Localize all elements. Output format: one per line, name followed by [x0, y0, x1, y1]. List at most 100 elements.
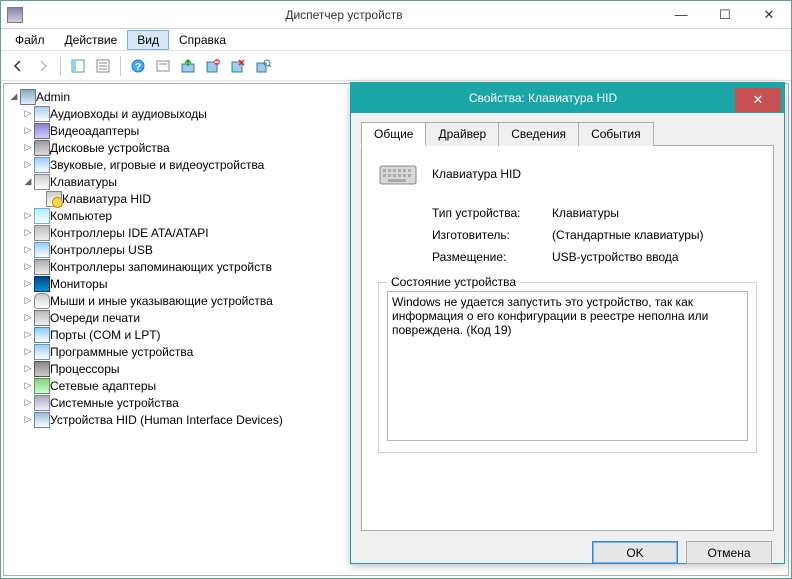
disk-icon: [34, 140, 50, 156]
dialog-buttons: OK Отмена: [351, 541, 784, 576]
expand-icon[interactable]: ▷: [22, 142, 34, 154]
tree-label: Очереди печати: [50, 311, 140, 325]
menu-help[interactable]: Справка: [169, 30, 236, 50]
prop-loc-label: Размещение:: [432, 250, 552, 264]
mouse-icon: [34, 293, 50, 309]
titlebar: Диспетчер устройств — ☐ ✕: [1, 1, 791, 29]
prop-mfr-label: Изготовитель:: [432, 228, 552, 242]
dialog-close-button[interactable]: ✕: [735, 88, 781, 112]
tab-driver[interactable]: Драйвер: [425, 122, 499, 146]
expand-icon[interactable]: ▷: [22, 295, 34, 307]
device-name: Клавиатура HID: [432, 167, 521, 181]
tree-label: Звуковые, игровые и видеоустройства: [50, 158, 264, 172]
menu-action[interactable]: Действие: [55, 30, 128, 50]
disable-button[interactable]: [227, 55, 249, 77]
storage-icon: [34, 259, 50, 275]
comp-icon: [34, 208, 50, 224]
tree-label: Сетевые адаптеры: [50, 379, 156, 393]
kbd-err-icon: [46, 191, 62, 207]
sys-icon: [34, 395, 50, 411]
scan-button[interactable]: [152, 55, 174, 77]
hid-icon: [34, 412, 50, 428]
print-icon: [34, 310, 50, 326]
menu-view[interactable]: Вид: [127, 30, 169, 50]
tab-general[interactable]: Общие: [361, 122, 426, 146]
close-button[interactable]: ✕: [747, 3, 791, 27]
forward-button[interactable]: [32, 55, 54, 77]
soft-icon: [34, 344, 50, 360]
tree-label: Видеоадаптеры: [50, 124, 139, 138]
tree-label: Системные устройства: [50, 396, 179, 410]
toolbar: ?: [1, 51, 791, 81]
tab-details[interactable]: Сведения: [498, 122, 579, 146]
properties-dialog: Свойства: Клавиатура HID ✕ Общие Драйвер…: [350, 82, 785, 564]
tree-label: Дисковые устройства: [50, 141, 170, 155]
scan-hardware-button[interactable]: [252, 55, 274, 77]
dialog-title: Свойства: Клавиатура HID: [351, 91, 735, 105]
tree-label: Клавиатуры: [50, 175, 117, 189]
toolbar-separator: [120, 56, 121, 76]
expand-icon[interactable]: ▷: [22, 278, 34, 290]
tree-label: Контроллеры IDE ATA/ATAPI: [50, 226, 209, 240]
status-group-title: Состояние устройства: [387, 275, 520, 289]
back-button[interactable]: [7, 55, 29, 77]
tree-label: Контроллеры запоминающих устройств: [50, 260, 272, 274]
ok-button[interactable]: OK: [592, 541, 678, 564]
show-hide-tree-button[interactable]: [67, 55, 89, 77]
expand-icon[interactable]: ▷: [22, 227, 34, 239]
tree-label: Программные устройства: [50, 345, 193, 359]
dialog-titlebar: Свойства: Клавиатура HID ✕: [351, 83, 784, 113]
collapse-icon[interactable]: ◢: [22, 176, 34, 188]
help-button[interactable]: ?: [127, 55, 149, 77]
property-grid: Тип устройства: Клавиатуры Изготовитель:…: [432, 206, 757, 264]
status-groupbox: Состояние устройства: [378, 282, 757, 453]
sound-icon: [34, 157, 50, 173]
ide-icon: [34, 225, 50, 241]
svg-text:?: ?: [135, 62, 141, 73]
net-icon: [34, 378, 50, 394]
kbd-icon: [34, 174, 50, 190]
computer-icon: [20, 89, 36, 105]
expand-icon[interactable]: ▷: [22, 414, 34, 426]
expand-icon[interactable]: ▷: [22, 312, 34, 324]
collapse-icon[interactable]: ◢: [8, 91, 20, 103]
video-icon: [34, 123, 50, 139]
expand-icon[interactable]: ▷: [22, 380, 34, 392]
tree-label: Мониторы: [50, 277, 107, 291]
expand-icon[interactable]: ▷: [22, 244, 34, 256]
expand-icon[interactable]: ▷: [22, 159, 34, 171]
tree-label: Мыши и иные указывающие устройства: [50, 294, 273, 308]
expand-icon[interactable]: ▷: [22, 329, 34, 341]
expand-icon[interactable]: ▷: [22, 210, 34, 222]
usb-icon: [34, 242, 50, 258]
expand-icon[interactable]: ▷: [22, 397, 34, 409]
expand-icon[interactable]: ▷: [22, 108, 34, 120]
tree-label: Порты (COM и LPT): [50, 328, 161, 342]
maximize-button[interactable]: ☐: [703, 3, 747, 27]
app-icon: [7, 7, 23, 23]
prop-mfr-value: (Стандартные клавиатуры): [552, 228, 757, 242]
device-header: Клавиатура HID: [378, 160, 757, 188]
expand-icon[interactable]: ▷: [22, 125, 34, 137]
port-icon: [34, 327, 50, 343]
expand-icon[interactable]: ▷: [22, 363, 34, 375]
tab-events[interactable]: События: [578, 122, 654, 146]
tree-label: Аудиовходы и аудиовыходы: [50, 107, 207, 121]
properties-button[interactable]: [92, 55, 114, 77]
window-title: Диспетчер устройств: [29, 8, 659, 22]
expand-icon[interactable]: ▷: [22, 346, 34, 358]
cancel-button[interactable]: Отмена: [686, 541, 772, 564]
minimize-button[interactable]: —: [659, 3, 703, 27]
update-driver-button[interactable]: [177, 55, 199, 77]
status-text[interactable]: [387, 291, 748, 441]
monitor-icon: [34, 276, 50, 292]
tree-label: Компьютер: [50, 209, 112, 223]
window-buttons: — ☐ ✕: [659, 3, 791, 27]
tree-label: Контроллеры USB: [50, 243, 153, 257]
toolbar-separator: [60, 56, 61, 76]
prop-loc-value: USB-устройство ввода: [552, 250, 757, 264]
expand-icon[interactable]: ▷: [22, 261, 34, 273]
uninstall-button[interactable]: [202, 55, 224, 77]
tree-label: Устройства HID (Human Interface Devices): [50, 413, 283, 427]
menu-file[interactable]: Файл: [5, 30, 55, 50]
